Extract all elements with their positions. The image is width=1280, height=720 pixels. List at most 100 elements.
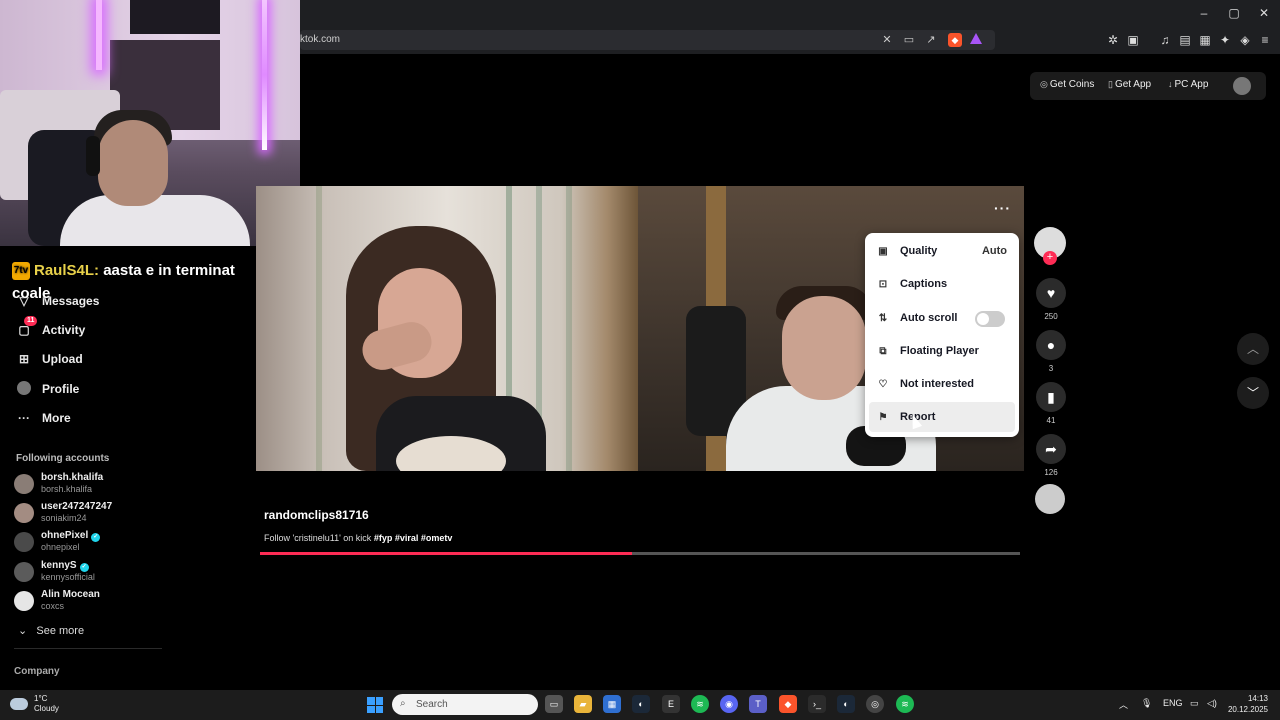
menu-item-not-interested[interactable]: ♡ Not interested	[869, 369, 1015, 399]
account-handle: soniakim24	[41, 513, 87, 523]
more-options-icon[interactable]: ···	[994, 200, 1011, 216]
vpn-icon[interactable]: ◈	[1238, 33, 1252, 47]
chat-username: RaulS4L:	[34, 262, 100, 279]
get-coins-button[interactable]: ◎ Get Coins	[1040, 79, 1094, 90]
sidebar-item-profile[interactable]: Profile	[16, 378, 79, 400]
wallet-icon[interactable]: ▦	[1198, 33, 1212, 47]
leo-ai-icon[interactable]: ✦	[1218, 33, 1232, 47]
next-video-button[interactable]: ﹀	[1237, 377, 1269, 409]
language-indicator[interactable]: ENG	[1163, 698, 1183, 708]
sidebar-item-label: Profile	[42, 382, 80, 396]
account-name: Alin Mocean	[41, 589, 100, 600]
extensions-icon[interactable]: ✲	[1106, 33, 1120, 47]
avatar	[14, 474, 34, 494]
hashtags[interactable]: #fyp #viral #ometv	[374, 533, 453, 543]
terminal-icon[interactable]: ›_	[808, 695, 826, 713]
pc-app-button[interactable]: ↓ PC App	[1168, 79, 1208, 90]
volume-icon[interactable]: ◁)	[1207, 698, 1217, 709]
video-options-menu: ▣ Quality Auto ⊡ Captions ⇅ Auto scroll …	[865, 233, 1019, 437]
video-author[interactable]: randomclips81716	[264, 508, 369, 522]
microphone-icon[interactable]: 🎙	[1141, 698, 1152, 709]
tab-search-icon[interactable]: ▣	[1126, 33, 1140, 47]
like-button[interactable]: ♥ 250	[1035, 278, 1067, 321]
tray-chevron-icon[interactable]: ︿	[1119, 698, 1128, 711]
taskbar-search[interactable]: ⌕ Search	[392, 694, 538, 715]
sidebar-item-activity[interactable]: ▢ 11 Activity	[16, 316, 85, 341]
obs-icon[interactable]: ◎	[866, 695, 884, 713]
search-icon: ⌕	[400, 698, 406, 709]
see-more-link[interactable]: ⌄ See more	[18, 624, 84, 637]
more-icon: ···	[18, 411, 30, 425]
teams-icon[interactable]: T	[749, 695, 767, 713]
maximize-button[interactable]: ▢	[1226, 6, 1242, 20]
company-link[interactable]: Company	[14, 666, 60, 677]
profile-icon	[16, 381, 32, 397]
inbox-icon: ▢ 11	[16, 316, 38, 338]
7tv-badge-icon: 7tv	[12, 262, 30, 281]
save-button[interactable]: ▮ 41	[1035, 382, 1067, 425]
brave-rewards-icon[interactable]	[970, 33, 982, 44]
auto-scroll-toggle[interactable]	[975, 311, 1005, 327]
sidebar-item-label: More	[42, 411, 71, 425]
address-bar[interactable]: ktok.com ✕ ▭ ↗	[300, 30, 995, 50]
menu-item-auto-scroll[interactable]: ⇅ Auto scroll	[869, 303, 1015, 333]
account-name: borsh.khalifa	[41, 472, 104, 483]
share-button[interactable]: ➦ 126	[1035, 434, 1067, 477]
monitor-icon[interactable]: ▭	[1190, 698, 1199, 709]
spotify-app-icon[interactable]: ≋	[896, 695, 914, 713]
get-app-button[interactable]: ▯ Get App	[1108, 79, 1151, 90]
following-account[interactable]: kennyS ✓ kennysofficial	[14, 558, 244, 586]
account-handle: borsh.khalifa	[41, 484, 93, 494]
menu-icon[interactable]: ≡	[1258, 33, 1272, 47]
sidebar-item-upload[interactable]: ⊞ Upload	[16, 348, 83, 370]
cast-icon[interactable]: ▭	[902, 33, 916, 47]
minimize-button[interactable]: –	[1196, 6, 1212, 20]
divider	[14, 648, 162, 649]
coin-icon: ◎	[1040, 79, 1048, 89]
menu-item-report[interactable]: ⚑ Report	[869, 402, 1015, 432]
spotify-icon[interactable]: ≋	[691, 695, 709, 713]
video-progress-bar[interactable]	[260, 552, 1020, 555]
comment-button[interactable]: ● 3	[1035, 330, 1067, 373]
clock[interactable]: 14:13 20.12.2025	[1226, 693, 1268, 715]
following-account[interactable]: borsh.khalifa borsh.khalifa	[14, 470, 244, 498]
account-handle: ohnepixel	[41, 542, 80, 552]
file-explorer-icon[interactable]: ▰	[574, 695, 592, 713]
follow-plus-icon[interactable]: +	[1043, 251, 1057, 265]
sidebar-item-more[interactable]: ··· More	[16, 407, 71, 429]
url-text[interactable]: ktok.com	[300, 34, 340, 45]
following-account[interactable]: ohnePixel ✓ ohnepixel	[14, 528, 244, 556]
heart-icon: ♥	[1036, 278, 1066, 308]
video-description: Follow 'cristinelu11' on kick #fyp #vira…	[264, 533, 453, 543]
menu-item-quality[interactable]: ▣ Quality Auto	[869, 236, 1015, 266]
brave-browser-icon[interactable]: ◆	[779, 695, 797, 713]
following-account[interactable]: Alin Mocean coxcs	[14, 587, 244, 615]
store-icon[interactable]: ▦	[603, 695, 621, 713]
account-handle: kennysofficial	[41, 572, 95, 582]
following-account[interactable]: user247247247 soniakim24	[14, 499, 244, 527]
cloud-icon	[10, 698, 28, 710]
epic-games-icon[interactable]: E	[662, 695, 680, 713]
discord-icon[interactable]: ◉	[720, 695, 738, 713]
user-avatar[interactable]	[1233, 77, 1251, 95]
share-icon[interactable]: ↗	[924, 33, 938, 47]
chevron-up-icon: ︿	[1246, 342, 1259, 356]
sidebar-icon[interactable]: ▤	[1178, 33, 1192, 47]
previous-video-button[interactable]: ︿	[1237, 333, 1269, 365]
media-icon[interactable]: ♫	[1158, 33, 1172, 47]
steam-app-icon[interactable]: ◐	[837, 695, 855, 713]
windows-start-icon[interactable]	[367, 697, 383, 713]
brave-shield-icon[interactable]: ◆	[948, 33, 962, 47]
menu-item-captions[interactable]: ⊡ Captions	[869, 269, 1015, 299]
menu-item-floating-player[interactable]: ⧉ Floating Player	[869, 336, 1015, 366]
steam-icon[interactable]: ◐	[632, 695, 650, 713]
mute-icon[interactable]: ✕	[880, 33, 894, 47]
verified-icon: ✓	[79, 563, 89, 572]
task-view-icon[interactable]: ▭	[545, 695, 563, 713]
close-window-button[interactable]: ✕	[1256, 6, 1272, 20]
bookmark-icon: ▮	[1036, 382, 1066, 412]
music-disc-icon[interactable]	[1035, 484, 1065, 514]
streamer-webcam	[0, 0, 300, 246]
download-icon: ↓	[1168, 79, 1173, 89]
save-count: 41	[1046, 416, 1056, 425]
